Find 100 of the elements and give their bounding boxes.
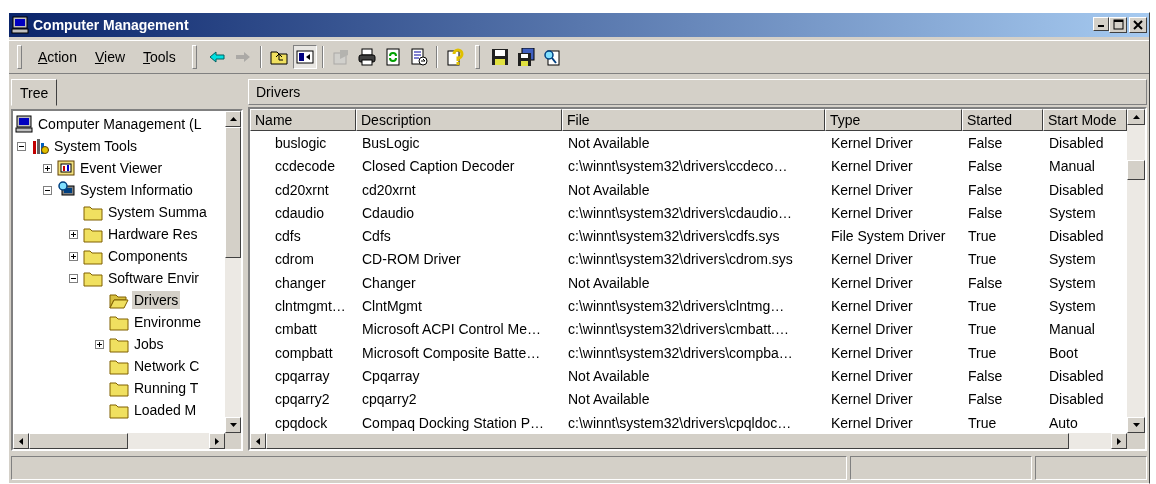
horizontal-scrollbar[interactable] <box>13 433 225 449</box>
table-cell-text: Compaq Docking Station P… <box>361 413 546 433</box>
table-cell-text: System <box>1048 203 1097 223</box>
table-cell-text: True <box>967 413 998 433</box>
menu-item[interactable]: Action <box>30 47 85 67</box>
tree-item[interactable]: Running T <box>132 379 201 397</box>
minimize-icon <box>1098 25 1104 27</box>
tree-item[interactable]: System Informatio <box>78 181 195 199</box>
tree-item[interactable]: System Tools <box>52 137 139 155</box>
printer-icon <box>357 48 376 66</box>
table-cell-text: False <box>967 366 1004 386</box>
scroll-up-button[interactable] <box>1127 109 1145 125</box>
scrollbar-thumb[interactable] <box>1127 160 1145 181</box>
scrollbar-thumb[interactable] <box>225 127 241 258</box>
table-cell-text: cdaudio <box>274 203 326 223</box>
expand-icon[interactable] <box>95 339 104 349</box>
tree-item[interactable]: Environme <box>132 313 203 331</box>
tree-item[interactable]: Software Envir <box>106 269 202 287</box>
scrollbar-thumb[interactable] <box>29 433 128 449</box>
tree-item[interactable]: Hardware Res <box>106 225 200 243</box>
computer-icon <box>11 16 29 34</box>
table-cell-text: Kernel Driver <box>830 366 914 386</box>
folder-icon <box>83 269 103 287</box>
scroll-down-button[interactable] <box>225 417 241 433</box>
minimize-button[interactable] <box>1093 17 1109 31</box>
table-cell-text: Kernel Driver <box>830 343 914 363</box>
table-cell-text: Kernel Driver <box>830 203 914 223</box>
scroll-left-button[interactable] <box>13 433 29 449</box>
folder-icon <box>109 379 129 397</box>
menu-item[interactable]: Tools <box>135 47 184 67</box>
toolbar-grip <box>474 45 480 69</box>
vertical-scrollbar[interactable] <box>1127 109 1145 433</box>
table-cell-text: Cdfs <box>361 227 392 247</box>
scroll-right-button[interactable] <box>1111 433 1127 449</box>
menu-item[interactable]: View <box>86 47 134 67</box>
column-header[interactable]: Started <box>962 109 1043 131</box>
table-cell-text: changer <box>274 273 327 293</box>
column-header[interactable]: Name <box>250 109 356 131</box>
table-cell-text: c:\winnt\system32\drivers\cdfs.sys <box>567 227 781 247</box>
right-arrow-icon <box>1117 437 1121 445</box>
expand-icon[interactable] <box>69 229 78 239</box>
collapse-icon[interactable] <box>69 273 78 283</box>
folder-icon <box>83 247 103 265</box>
expand-icon[interactable] <box>69 251 78 261</box>
left-arrow-icon <box>19 437 23 445</box>
maximize-icon <box>1112 19 1124 31</box>
column-header[interactable]: Start Mode <box>1043 109 1127 131</box>
collapse-icon[interactable] <box>43 185 52 195</box>
table-cell-text: compbatt <box>274 343 334 363</box>
floppy-disks-icon <box>516 48 535 66</box>
tree-item[interactable]: Event Viewer <box>78 159 165 177</box>
table-cell-text: cd20xrnt <box>361 180 417 200</box>
table-cell-text: False <box>967 180 1004 200</box>
scroll-down-button[interactable] <box>1127 417 1145 433</box>
down-arrow-icon <box>1132 423 1140 427</box>
column-header[interactable]: File <box>562 109 825 131</box>
folder-icon <box>109 313 129 331</box>
scroll-right-button[interactable] <box>209 433 225 449</box>
scroll-up-button[interactable] <box>225 111 241 127</box>
export-list-icon <box>409 48 428 66</box>
close-icon <box>1132 19 1144 31</box>
folder-icon <box>83 203 103 221</box>
table-cell-text: Kernel Driver <box>830 250 914 270</box>
table-cell-text: CD-ROM Driver <box>361 250 462 270</box>
up-arrow-icon <box>229 117 237 121</box>
tree-item[interactable]: System Summa <box>106 203 209 221</box>
tree-item[interactable]: Computer Management (L <box>36 115 204 133</box>
pane-toggle-button[interactable] <box>292 45 317 69</box>
table-cell-text: Kernel Driver <box>830 273 914 293</box>
tab[interactable]: Tree <box>11 79 58 106</box>
properties-icon <box>331 48 350 66</box>
back-arrow-icon <box>207 48 226 66</box>
table-cell-text: False <box>967 390 1004 410</box>
help-icon <box>445 48 464 66</box>
close-button[interactable] <box>1129 17 1147 33</box>
tree-item[interactable]: Network C <box>132 357 202 375</box>
table-cell-text: True <box>967 297 998 317</box>
table-cell-text: Boot <box>1048 343 1079 363</box>
table-cell-text: Disabled <box>1048 134 1105 153</box>
tree-item[interactable]: Jobs <box>132 335 166 353</box>
table-cell-text: System <box>1048 297 1097 317</box>
vertical-scrollbar[interactable] <box>225 111 241 433</box>
table-cell-text: Kernel Driver <box>830 297 914 317</box>
column-header[interactable]: Description <box>356 109 562 131</box>
column-header[interactable]: Type <box>825 109 962 131</box>
tree-item[interactable]: Components <box>106 247 190 265</box>
scroll-left-button[interactable] <box>250 433 266 449</box>
table-cell-text: cdrom <box>274 250 315 270</box>
collapse-icon[interactable] <box>17 141 26 151</box>
maximize-button[interactable] <box>1109 17 1127 33</box>
computer-icon <box>15 115 33 133</box>
table-cell-text: System <box>1048 250 1097 270</box>
table-cell-text: False <box>967 134 1004 153</box>
tree-item[interactable]: Loaded M <box>132 401 199 419</box>
expand-icon[interactable] <box>43 163 52 173</box>
table-cell-text: Auto <box>1048 413 1079 433</box>
table-cell-text: c:\winnt\system32\drivers\cdaudio… <box>567 203 794 223</box>
tree-item[interactable]: Drivers <box>132 291 181 309</box>
table-cell-text: Kernel Driver <box>830 134 914 153</box>
table-cell-text: c:\winnt\system32\drivers\compba… <box>567 343 794 363</box>
